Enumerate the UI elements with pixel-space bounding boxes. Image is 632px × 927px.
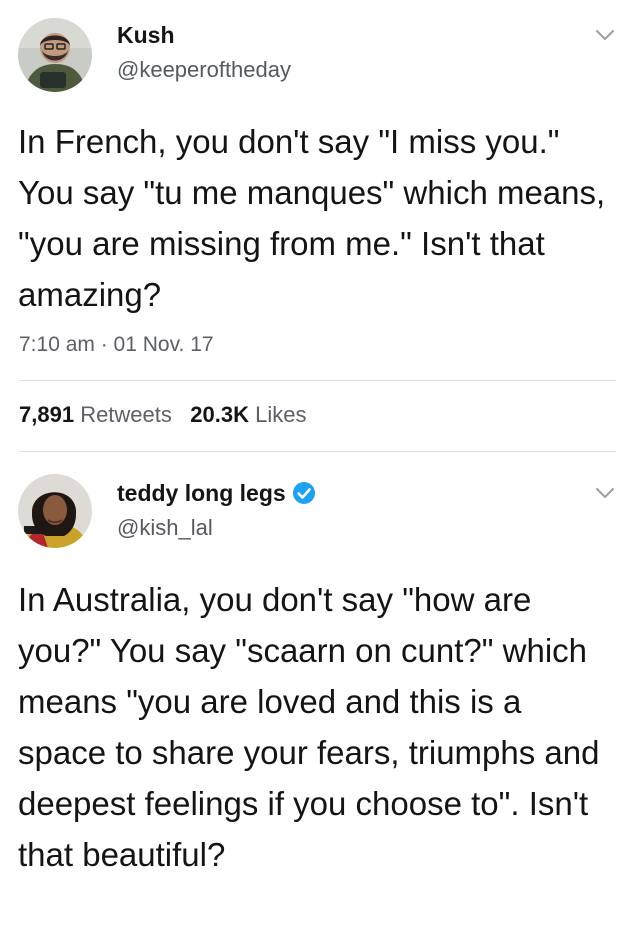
avatar[interactable] xyxy=(18,474,92,548)
tweet-teddy-long-legs: teddy long legs @kish_lal In Australia, … xyxy=(0,452,632,927)
user-handle[interactable]: @kish_lal xyxy=(117,515,213,541)
likes-stat[interactable]: 20.3K Likes xyxy=(190,402,306,427)
verified-badge-icon xyxy=(292,481,315,504)
avatar-man-beard-icon xyxy=(18,18,92,92)
user-handle[interactable]: @keeperoftheday xyxy=(117,57,291,83)
engagement-stats: 7,891 Retweets 20.3K Likes xyxy=(19,402,306,428)
retweets-stat[interactable]: 7,891 Retweets xyxy=(19,402,172,427)
tweet-kush: Kush @keeperoftheday In French, you don'… xyxy=(0,0,632,452)
avatar[interactable] xyxy=(18,18,92,92)
user-name-row: teddy long legs xyxy=(117,480,316,507)
user-name[interactable]: Kush xyxy=(117,22,175,49)
likes-label: Likes xyxy=(255,402,307,427)
tweet-text: In French, you don't say "I miss you." Y… xyxy=(18,123,606,313)
chevron-down-icon[interactable] xyxy=(594,28,616,42)
timestamp[interactable]: 7:10 am · 01 Nov. 17 xyxy=(19,333,214,357)
user-name[interactable]: teddy long legs xyxy=(117,480,286,506)
divider xyxy=(18,380,616,381)
tweet-text: In Australia, you don't say "how are you… xyxy=(18,581,600,873)
avatar-woman-icon xyxy=(18,474,92,548)
chevron-down-icon[interactable] xyxy=(594,486,616,500)
retweets-count: 7,891 xyxy=(19,402,75,427)
likes-count: 20.3K xyxy=(190,402,249,427)
retweets-label: Retweets xyxy=(80,402,172,427)
